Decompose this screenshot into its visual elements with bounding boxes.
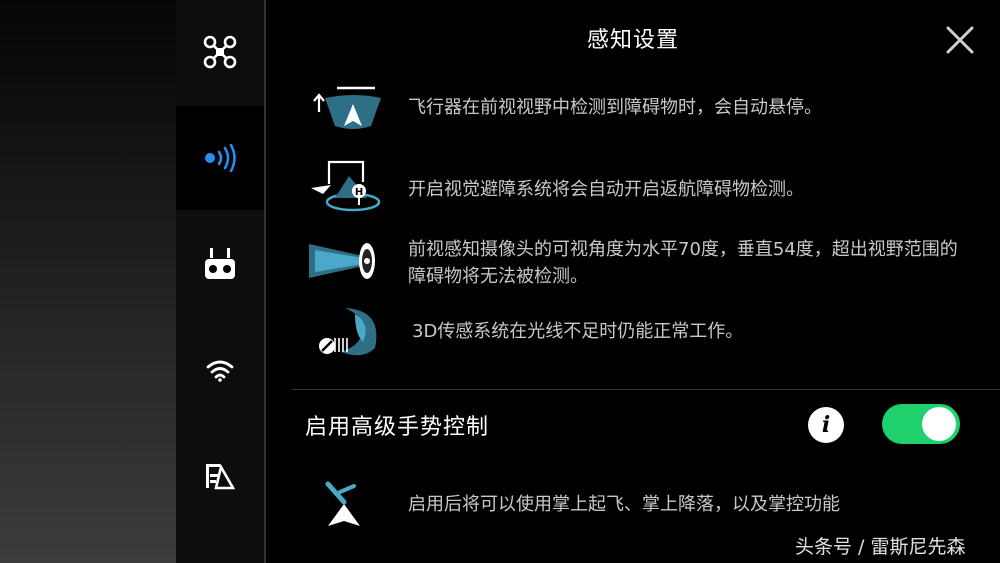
palm-control-icon [325, 481, 360, 526]
section-divider [292, 389, 1000, 390]
left-background [0, 0, 176, 563]
gesture-info-button[interactable]: i [808, 407, 844, 443]
close-button[interactable] [940, 20, 980, 60]
advanced-gesture-label: 启用高级手势控制 [305, 415, 490, 440]
close-icon [946, 26, 974, 54]
sidebar-item-sensing[interactable] [176, 106, 264, 210]
page-title: 感知设置 [586, 28, 679, 53]
drone-icon [203, 35, 237, 69]
return-home-detect-icon: H [311, 160, 381, 212]
forward-detect-hover-icon [313, 86, 381, 129]
gesture-description: 启用后将可以使用掌上起飞、掌上降落，以及掌控功能 [408, 494, 840, 515]
wifi-icon [206, 360, 234, 382]
gesture-description-row: 启用后将可以使用掌上起飞、掌上降落，以及掌控功能 [300, 474, 990, 534]
sidebar-item-wifi[interactable] [176, 318, 264, 422]
info-text: 开启视觉避障系统将会自动开启返航障碍物检测。 [408, 179, 804, 200]
info-item-return-home: H 开启视觉避障系统将会自动开启返航障碍物检测。 [300, 158, 990, 218]
info-item-forward-hover: 飞行器在前视视野中检测到障碍物时，会自动悬停。 [300, 80, 990, 140]
info-text: 飞行器在前视视野中检测到障碍物时，会自动悬停。 [408, 97, 822, 118]
info-text: 前视感知摄像头的可视角度为水平70度，垂直54度，超出视野范围的障碍物将无法被检… [408, 239, 958, 287]
info-item-camera-fov: 前视感知摄像头的可视角度为水平70度，垂直54度，超出视野范围的障碍物将无法被检… [300, 232, 990, 292]
sensor-signal-icon [205, 144, 236, 172]
svg-text:H: H [355, 187, 363, 198]
toggle-knob [922, 407, 956, 441]
sidebar-item-remote-controller[interactable] [176, 212, 264, 316]
3d-sensor-icon [319, 308, 377, 356]
forward-camera-fov-icon [309, 243, 375, 279]
info-text: 3D传感系统在光线不足时仍能正常工作。 [412, 321, 744, 342]
sidebar-item-image-transmission[interactable] [176, 424, 264, 528]
image-transmission-icon [206, 463, 236, 490]
watermark: 头条号 / 雷斯尼先森 [795, 536, 966, 558]
remote-controller-icon [205, 248, 235, 279]
sidebar-item-aircraft[interactable] [176, 0, 264, 104]
info-item-3d-sensor: 3D传感系统在光线不足时仍能正常工作。 [300, 304, 990, 366]
advanced-gesture-toggle[interactable] [882, 404, 960, 444]
sidebar [176, 0, 264, 563]
